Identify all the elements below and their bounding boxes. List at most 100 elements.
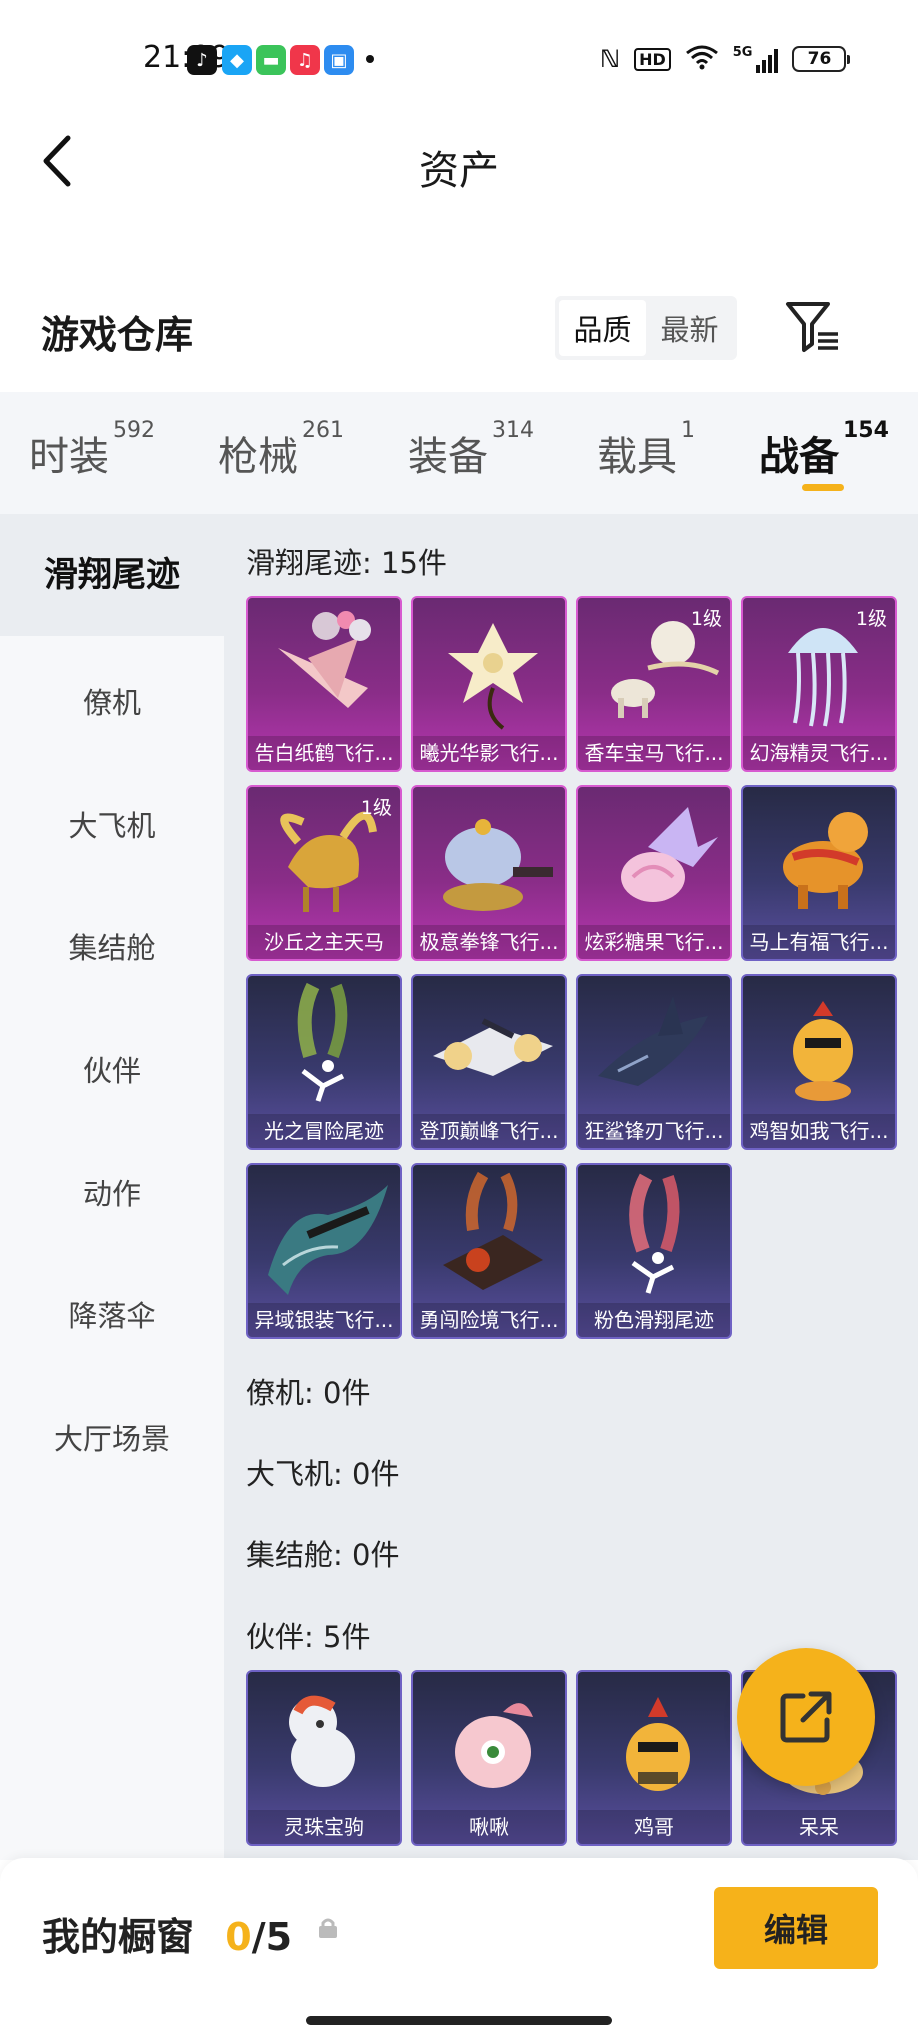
glide-item-card[interactable]: 登顶巅峰飞行... [411, 974, 567, 1150]
glide-item-card[interactable]: 异域银装飞行... [246, 1163, 402, 1339]
tab-label: 枪械 [218, 434, 298, 480]
edit-button[interactable]: 编辑 [714, 1887, 878, 1969]
sort-quality-button[interactable]: 品质 [559, 300, 646, 356]
chicken-icon [793, 1001, 853, 1101]
rocket-icon [443, 1171, 543, 1290]
group-label-glide: 滑翔尾迹: 15件 [246, 546, 447, 580]
network-type: 5G [732, 45, 753, 60]
pink-smoke-icon [629, 1173, 680, 1294]
tab-label: 战备 [759, 434, 839, 480]
horse-toy-icon [783, 812, 868, 909]
group-label-partner: 伙伴: 5件 [246, 1620, 371, 1654]
showcase-title: 我的橱窗 0/5 [42, 1906, 292, 1961]
glide-item-card[interactable]: 光之冒险尾迹 [246, 974, 402, 1150]
qq-icon: ◆ [222, 45, 252, 75]
wifi-icon [685, 44, 719, 75]
sidebar-item-glide-trail[interactable]: 滑翔尾迹 [0, 514, 224, 636]
item-name: 呆呆 [743, 1810, 895, 1844]
signal-icon: 5G [733, 45, 779, 73]
paper-crane-icon [278, 611, 371, 708]
showcase-count-total: /5 [251, 1915, 293, 1959]
shark-icon [598, 996, 708, 1086]
partner-item-card[interactable]: 鸡哥 [576, 1670, 732, 1846]
glide-item-card[interactable]: 鸡智如我飞行... [741, 974, 897, 1150]
share-icon [780, 1691, 832, 1743]
glide-item-card[interactable]: 1级幻海精灵飞行... [741, 596, 897, 772]
item-name: 香车宝马飞行... [578, 736, 730, 770]
group-label-plane: 大飞机: 0件 [246, 1457, 400, 1491]
candy-icon [621, 807, 718, 902]
item-name: 登顶巅峰飞行... [413, 1114, 565, 1148]
page-title: 资产 [419, 148, 499, 194]
bird-icon [455, 1703, 533, 1788]
sort-toggle: 品质 最新 [555, 296, 737, 360]
notification-dot-icon [366, 55, 374, 63]
item-name: 粉色滑翔尾迹 [578, 1303, 730, 1337]
tab-count: 1 [681, 418, 695, 443]
showcase-label: 我的橱窗 [42, 1915, 195, 1959]
item-name: 勇闯险境飞行... [413, 1303, 565, 1337]
tab-label: 载具 [597, 434, 677, 480]
partner-item-card[interactable]: 啾啾 [411, 1670, 567, 1846]
showcase-count-current: 0 [225, 1915, 252, 1959]
glide-item-card[interactable]: 勇闯险境飞行... [411, 1163, 567, 1339]
sidebar-item-action[interactable]: 动作 [0, 1171, 224, 1213]
item-name: 鸡哥 [578, 1810, 730, 1844]
sidebar-item-plane[interactable]: 大飞机 [0, 803, 224, 845]
glide-item-card[interactable]: 马上有福飞行... [741, 785, 897, 961]
sidebar-item-lobby-scene[interactable]: 大厅场景 [0, 1416, 224, 1458]
partner-item-card[interactable]: 灵珠宝驹 [246, 1670, 402, 1846]
item-name: 马上有福飞行... [743, 925, 895, 959]
glide-item-card[interactable]: 狂鲨锋刃飞行... [576, 974, 732, 1150]
sidebar-item-partner[interactable]: 伙伴 [0, 1048, 224, 1090]
item-name: 灵珠宝驹 [248, 1810, 400, 1844]
lock-icon [316, 1916, 340, 1944]
tab-count: 154 [843, 418, 889, 443]
tab-count: 261 [302, 418, 344, 443]
tab-count: 314 [492, 418, 534, 443]
item-name: 鸡智如我飞行... [743, 1114, 895, 1148]
tab-guns[interactable]: 枪械261 [218, 418, 344, 482]
battery-icon: 76 [792, 46, 851, 72]
message-icon: ▬ [256, 45, 286, 75]
item-name: 异域银装飞行... [248, 1303, 400, 1337]
sidebar-item-wingman[interactable]: 僚机 [0, 680, 224, 722]
glide-item-card[interactable]: 粉色滑翔尾迹 [576, 1163, 732, 1339]
item-name: 啾啾 [413, 1810, 565, 1844]
filter-button[interactable] [784, 300, 842, 354]
glide-item-card[interactable]: 曦光华影飞行... [411, 596, 567, 772]
glide-item-card[interactable]: 1级 沙丘之主天马 [246, 785, 402, 961]
filter-icon [786, 302, 838, 352]
glide-item-card[interactable]: 极意拳锋飞行... [411, 785, 567, 961]
tab-fashion[interactable]: 时装592 [29, 418, 155, 482]
nfc-icon: ℕ [600, 45, 621, 73]
status-icons: ℕ HD 5G 76 [600, 42, 851, 76]
share-fab[interactable] [737, 1648, 875, 1786]
glide-item-card[interactable]: 1级 香车宝马飞行... [576, 596, 732, 772]
sidebar-item-parachute[interactable]: 降落伞 [0, 1293, 224, 1335]
glide-item-card[interactable]: 告白纸鹤飞行... [246, 596, 402, 772]
glide-item-card[interactable]: 炫彩糖果飞行... [576, 785, 732, 961]
item-name: 幻海精灵飞行... [743, 736, 895, 770]
app-folder-icon: ▣ [324, 45, 354, 75]
home-indicator [306, 2016, 612, 2025]
item-name: 炫彩糖果飞行... [578, 925, 730, 959]
warehouse-title: 游戏仓库 [41, 313, 194, 357]
green-smoke-icon [297, 982, 348, 1102]
item-level: 1级 [360, 797, 392, 819]
sidebar-item-pod[interactable]: 集结舱 [0, 925, 224, 967]
music-icon: ♫ [290, 45, 320, 75]
jet-icon [433, 1018, 553, 1076]
item-name: 曦光华影飞行... [413, 736, 565, 770]
tab-label: 装备 [408, 434, 488, 480]
elephant-icon [443, 819, 553, 911]
sort-newest-button[interactable]: 最新 [646, 300, 733, 356]
tab-readiness[interactable]: 战备154 [759, 418, 889, 482]
tab-count: 592 [113, 418, 155, 443]
pony-icon [289, 1695, 355, 1787]
tab-vehicles[interactable]: 载具1 [597, 418, 695, 482]
item-level: 1级 [855, 608, 887, 630]
rooster-icon [626, 1697, 690, 1791]
tab-equipment[interactable]: 装备314 [408, 418, 534, 482]
active-tab-indicator [802, 484, 844, 491]
